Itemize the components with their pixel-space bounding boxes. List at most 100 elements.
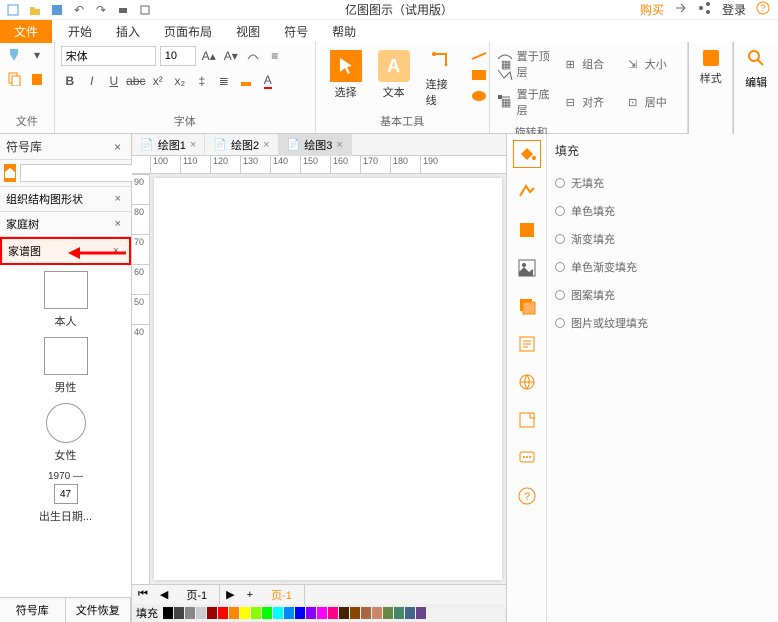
bring-front-button[interactable]: ▦置于顶层 [496, 46, 557, 82]
new-icon[interactable] [6, 3, 20, 17]
hyperlink-icon[interactable] [513, 368, 541, 396]
find-button[interactable] [744, 46, 768, 70]
doc-tab-3[interactable]: 📄绘图3× [279, 134, 352, 156]
file-menu[interactable]: 文件 [0, 20, 52, 43]
color-swatch[interactable] [372, 607, 382, 619]
color-swatch[interactable] [416, 607, 426, 619]
line-shape-icon[interactable] [470, 50, 488, 64]
color-swatch[interactable] [339, 607, 349, 619]
symbol-female[interactable]: 女性 [6, 403, 125, 463]
send-back-button[interactable]: ▦置于底层 [496, 84, 557, 120]
color-swatch[interactable] [174, 607, 184, 619]
color-swatch[interactable] [394, 607, 404, 619]
paste-icon[interactable] [28, 70, 46, 88]
page-tab-1[interactable]: 页-1 [174, 585, 220, 605]
color-swatch[interactable] [328, 607, 338, 619]
panel-tab-symbols[interactable]: 符号库 [0, 598, 66, 622]
menu-view[interactable]: 视图 [224, 20, 272, 43]
drawing-canvas[interactable] [154, 178, 502, 580]
menu-help[interactable]: 帮助 [320, 20, 368, 43]
align-button[interactable]: ⊟对齐 [558, 84, 619, 120]
page-add-icon[interactable]: + [241, 589, 259, 601]
color-swatch[interactable] [185, 607, 195, 619]
symbol-birthdate[interactable]: 1970 — 47 出生日期... [6, 471, 125, 524]
panel-tab-recover[interactable]: 文件恢复 [66, 598, 132, 622]
align-icon[interactable]: ≣ [215, 72, 233, 90]
connector-tool[interactable]: 连接线 [418, 46, 466, 106]
fill-texture[interactable]: 图片或纹理填充 [555, 309, 770, 337]
select-tool[interactable]: 选择 [322, 46, 370, 106]
help-panel-icon[interactable]: ? [513, 482, 541, 510]
group-button[interactable]: ⊞组合 [558, 46, 619, 82]
color-swatch[interactable] [262, 607, 272, 619]
home-icon[interactable] [4, 164, 16, 182]
note-icon[interactable] [513, 406, 541, 434]
color-swatch[interactable] [251, 607, 261, 619]
print-icon[interactable] [116, 3, 130, 17]
menu-insert[interactable]: 插入 [104, 20, 152, 43]
fill-none[interactable]: 无填充 [555, 169, 770, 197]
superscript-button[interactable]: x² [149, 72, 167, 90]
bullet-icon[interactable]: ≡ [266, 47, 284, 65]
fill-pattern[interactable]: 图案填充 [555, 281, 770, 309]
preview-icon[interactable] [138, 3, 152, 17]
comment-icon[interactable] [513, 444, 541, 472]
line-spacing-icon[interactable]: ‡ [193, 72, 211, 90]
page-prev-icon[interactable]: ◀ [154, 588, 174, 601]
underline-button[interactable]: U [105, 72, 123, 90]
increase-font-icon[interactable]: A▴ [200, 47, 218, 65]
tab-close-icon[interactable]: × [263, 139, 269, 151]
menu-symbol[interactable]: 符号 [272, 20, 320, 43]
font-size-select[interactable] [160, 46, 196, 66]
redo-icon[interactable]: ↷ [94, 3, 108, 17]
symbol-male[interactable]: 男性 [6, 337, 125, 395]
decrease-font-icon[interactable]: A▾ [222, 47, 240, 65]
menu-layout[interactable]: 页面布局 [152, 20, 224, 43]
fill-gradient[interactable]: 渐变填充 [555, 225, 770, 253]
share-icon[interactable] [698, 1, 712, 18]
open-icon[interactable] [28, 3, 42, 17]
buy-link[interactable]: 购买 [640, 1, 664, 18]
color-swatch[interactable] [361, 607, 371, 619]
text-prop-icon[interactable] [513, 330, 541, 358]
category-family-tree[interactable]: 家庭树× [0, 212, 131, 237]
undo-icon[interactable]: ↶ [72, 3, 86, 17]
rect-shape-icon[interactable] [470, 68, 488, 85]
color-swatch[interactable] [163, 607, 173, 619]
dropdown-icon[interactable]: ▾ [28, 46, 46, 64]
category-org-chart[interactable]: 组织结构图形状× [0, 187, 131, 212]
curve-text-icon[interactable] [244, 47, 262, 65]
fill-bucket-icon[interactable] [513, 140, 541, 168]
layer-icon[interactable] [513, 292, 541, 320]
italic-button[interactable]: I [83, 72, 101, 90]
doc-tab-2[interactable]: 📄绘图2× [205, 134, 278, 156]
help-icon[interactable]: ? [756, 1, 770, 18]
format-painter-icon[interactable] [6, 46, 24, 64]
subscript-button[interactable]: x₂ [171, 72, 189, 90]
color-swatch[interactable] [405, 607, 415, 619]
color-swatch[interactable] [295, 607, 305, 619]
shadow-icon[interactable] [513, 216, 541, 244]
font-name-select[interactable] [61, 46, 156, 66]
size-button[interactable]: ⇲大小 [621, 46, 682, 82]
color-swatch[interactable] [350, 607, 360, 619]
symbol-self[interactable]: 本人 [6, 271, 125, 329]
color-swatch[interactable] [284, 607, 294, 619]
page-first-icon[interactable]: ⏮ [132, 588, 154, 601]
doc-tab-1[interactable]: 📄绘图1× [132, 134, 205, 156]
text-tool[interactable]: A 文本 [370, 46, 418, 106]
copy-icon[interactable] [6, 70, 24, 88]
line-style-icon[interactable] [513, 178, 541, 206]
page-next-icon[interactable]: ▶ [220, 588, 240, 601]
color-swatch[interactable] [196, 607, 206, 619]
ellipse-shape-icon[interactable] [470, 89, 488, 106]
color-swatch[interactable] [273, 607, 283, 619]
color-swatch[interactable] [240, 607, 250, 619]
highlight-icon[interactable] [237, 72, 255, 90]
bold-button[interactable]: B [61, 72, 79, 90]
login-link[interactable]: 登录 [722, 1, 746, 18]
tab-close-icon[interactable]: × [336, 139, 342, 151]
menu-start[interactable]: 开始 [56, 20, 104, 43]
close-icon[interactable]: × [110, 140, 125, 154]
page-tab-2[interactable]: 页-1 [259, 585, 305, 605]
